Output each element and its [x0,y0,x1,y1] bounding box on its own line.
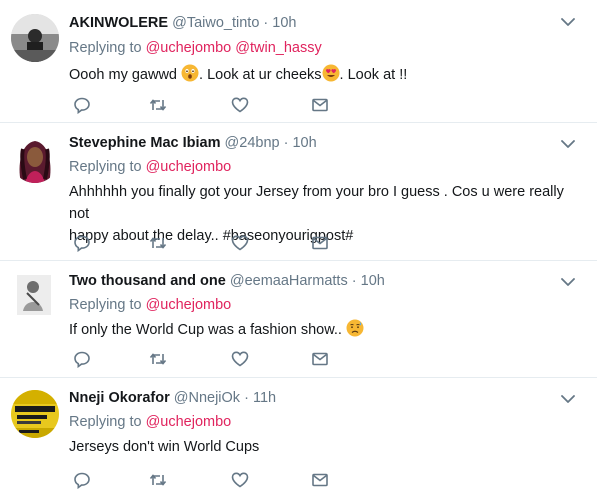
chevron-down-icon[interactable] [561,17,575,27]
display-name[interactable]: AKINWOLERE [69,15,168,31]
tweet-actions [73,471,353,489]
avatar[interactable] [11,390,59,438]
user-handle[interactable]: @NnejiOk [174,390,240,406]
replying-to-label: Replying to [69,297,146,313]
replying-to: Replying to @uchejombo @twin_hassy [69,38,322,58]
reply-icon[interactable] [73,350,91,368]
retweet-icon[interactable] [149,96,167,114]
tweet-card[interactable]: Two thousand and one @eemaaHarmatts · 10… [0,261,597,378]
tweet-card[interactable]: Nneji Okorafor @NnejiOk · 11h Replying t… [0,378,597,502]
reply-icon[interactable] [73,234,91,252]
mention-link[interactable]: @uchejombo [146,297,232,313]
tweet-header: Stevephine Mac Ibiam @24bnp · 10h [69,133,317,153]
mention-link[interactable]: @twin_hassy [235,40,321,56]
reply-icon[interactable] [73,96,91,114]
user-handle[interactable]: @Taiwo_tinto [172,15,259,31]
tweet-actions [73,96,353,114]
replying-to-label: Replying to [69,414,146,430]
tweet-text-line: Ahhhhhh you finally got your Jersey from… [69,184,564,222]
user-handle[interactable]: @24bnp [225,135,280,151]
tweet-header: AKINWOLERE @Taiwo_tinto · 10h [69,13,297,33]
replying-to: Replying to @uchejombo [69,412,231,432]
tweet-text: If only the World Cup was a fashion show… [69,319,584,341]
separator-dot: · [263,15,269,31]
timestamp[interactable]: 10h [292,135,316,151]
tweet-text: Oooh my gawwd . Look at ur cheeks . Look… [69,64,584,86]
avatar[interactable] [11,271,59,319]
replying-to: Replying to @uchejombo [69,295,231,315]
mention-link[interactable]: @uchejombo [146,40,232,56]
retweet-icon[interactable] [149,350,167,368]
display-name[interactable]: Stevephine Mac Ibiam [69,135,221,151]
tweet-text-segment: . Look at ur cheeks [199,67,322,83]
tweet-header: Two thousand and one @eemaaHarmatts · 10… [69,271,385,291]
heart-eyes-face-icon [322,64,340,82]
heart-icon[interactable] [231,350,249,368]
retweet-icon[interactable] [149,234,167,252]
separator-dot: · [283,135,289,151]
tweet-text: Jerseys don't win World Cups [69,436,584,458]
envelope-icon[interactable] [311,471,329,489]
envelope-icon[interactable] [311,234,329,252]
timestamp[interactable]: 10h [361,273,385,289]
display-name[interactable]: Two thousand and one [69,273,226,289]
avatar[interactable] [11,14,59,62]
tweet-actions [73,234,353,252]
tweet-text-segment: Jerseys don't win World Cups [69,439,260,455]
tweet-text-segment: Oooh my gawwd [69,67,182,83]
chevron-down-icon[interactable] [561,277,575,287]
retweet-icon[interactable] [149,471,167,489]
envelope-icon[interactable] [311,350,329,368]
timestamp[interactable]: 10h [272,15,296,31]
separator-dot: · [244,390,249,406]
mention-link[interactable]: @uchejombo [146,414,232,430]
tweet-card[interactable]: Stevephine Mac Ibiam @24bnp · 10h Replyi… [0,123,597,261]
display-name[interactable]: Nneji Okorafor [69,390,170,406]
replying-to: Replying to @uchejombo [69,157,231,177]
heart-icon[interactable] [231,96,249,114]
avatar[interactable] [11,135,59,183]
tweet-text-segment: If only the World Cup was a fashion show… [69,322,346,338]
astonished-face-icon [181,64,199,82]
mention-link[interactable]: @uchejombo [146,159,232,175]
user-handle[interactable]: @eemaaHarmatts [230,273,348,289]
tweet-actions [73,350,353,368]
tweet-header: Nneji Okorafor @NnejiOk · 11h [69,388,276,408]
heart-icon[interactable] [231,234,249,252]
envelope-icon[interactable] [311,96,329,114]
disappointed-relieved-face-icon [346,319,364,337]
chevron-down-icon[interactable] [561,394,575,404]
replying-to-label: Replying to [69,40,146,56]
reply-icon[interactable] [73,471,91,489]
replying-to-label: Replying to [69,159,146,175]
separator-dot: · [351,273,357,289]
heart-icon[interactable] [231,471,249,489]
tweet-text-segment: . Look at !! [339,67,408,83]
chevron-down-icon[interactable] [561,139,575,149]
timestamp[interactable]: 11h [253,390,276,406]
tweet-card[interactable]: AKINWOLERE @Taiwo_tinto · 10h Replying t… [0,0,597,123]
